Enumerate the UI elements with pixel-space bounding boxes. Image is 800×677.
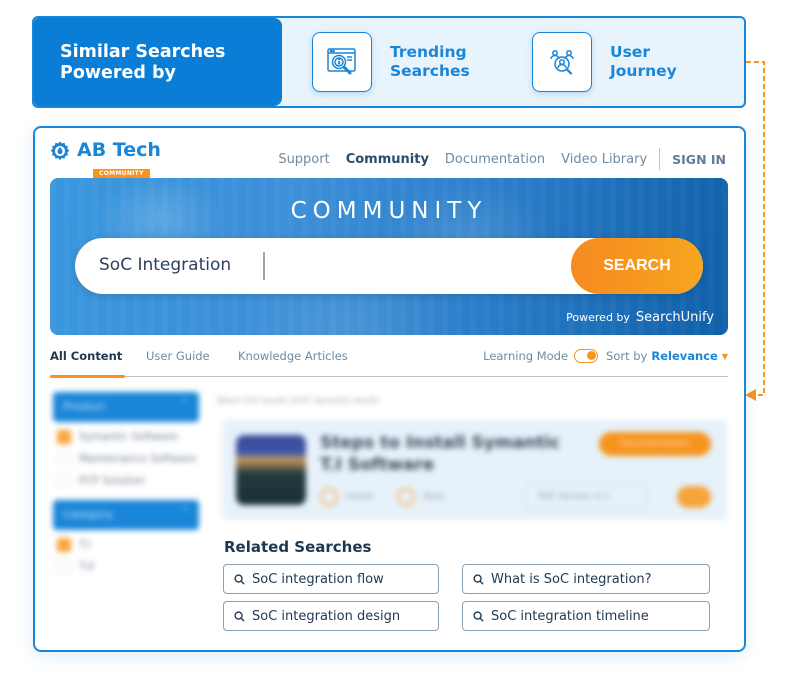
version-select[interactable]: PDF Version 4.1 <box>525 484 647 510</box>
chevron-up-icon: ⌃ <box>180 399 189 410</box>
related-search-label: SoC integration flow <box>252 571 384 587</box>
result-card[interactable]: Steps to Install Symantic T.I Software D… <box>222 420 727 520</box>
feature-banner: Similar Searches Powered by Trending Sea… <box>32 16 746 108</box>
results-count: About 120 results (0.07 seconds) results <box>217 396 379 405</box>
feature-label-line2: Journey <box>610 62 677 80</box>
tab-controls: Learning Mode Sort by Relevance ▼ <box>483 349 728 363</box>
search-icon <box>234 573 245 585</box>
result-thumbnail <box>236 435 306 505</box>
active-tab-indicator <box>50 375 125 378</box>
result-tag: Documentation <box>599 432 711 456</box>
facet-option[interactable]: Symantic Software <box>57 430 203 444</box>
related-search-chip[interactable]: SoC integration flow <box>223 564 439 594</box>
feature-label: User Journey <box>610 43 677 81</box>
banner-title-line1: Similar Searches <box>60 42 226 62</box>
gear-drop-logo-icon <box>50 141 70 161</box>
checkbox[interactable] <box>57 474 71 488</box>
facet-option[interactable]: Maintenance Software <box>57 452 203 466</box>
related-searches-title: Related Searches <box>224 538 372 556</box>
nav-links: Support Community Documentation Video Li… <box>262 148 726 170</box>
feature-user-journey: User Journey <box>532 32 677 92</box>
facet-title: Product <box>63 400 105 413</box>
related-search-label: SoC integration timeline <box>491 608 649 624</box>
facet-sidebar: Product ⌃ Symantic Software Maintenance … <box>53 392 203 632</box>
facet-option-label: PCP Solution <box>79 475 146 487</box>
banner-title: Similar Searches Powered by <box>34 18 282 106</box>
nav-support[interactable]: Support <box>278 152 329 167</box>
top-navigation: AB Tech COMMUNITY Support Community Docu… <box>35 128 744 178</box>
search-button[interactable]: SEARCH <box>571 238 703 294</box>
meta-text: Install <box>346 492 374 502</box>
search-icon <box>473 610 484 622</box>
facet-header-category[interactable]: Category ⌃ <box>53 500 199 530</box>
learning-mode-label: Learning Mode <box>483 349 569 363</box>
nav-documentation[interactable]: Documentation <box>445 152 545 167</box>
feature-trending-searches: Trending Searches <box>312 32 470 92</box>
meta-icon <box>397 488 416 506</box>
community-portal-card: AB Tech COMMUNITY Support Community Docu… <box>33 126 746 652</box>
nav-community[interactable]: Community <box>346 152 429 167</box>
hero-banner: COMMUNITY SoC Integration SEARCH Powered… <box>50 178 728 335</box>
powered-by: Powered by SearchUnify <box>566 310 714 325</box>
facet-option-label: T.II <box>79 561 94 573</box>
facet-option-label: T.I <box>79 539 91 551</box>
checkbox[interactable] <box>57 538 71 552</box>
facet-title: Category <box>63 508 114 521</box>
sort-dropdown[interactable]: Relevance <box>651 349 717 363</box>
search-bar: SoC Integration SEARCH <box>75 238 703 294</box>
nav-video-library[interactable]: Video Library <box>561 152 647 167</box>
logo-badge: COMMUNITY <box>93 169 150 178</box>
tab-all-content[interactable]: All Content <box>50 349 122 363</box>
chevron-down-icon[interactable]: ▼ <box>722 352 728 361</box>
powered-by-label: Powered by <box>566 311 630 324</box>
searchunify-brand: SearchUnify <box>635 310 714 325</box>
meta-icon <box>320 488 338 506</box>
search-icon <box>234 610 245 622</box>
facet-option[interactable]: T.I <box>57 538 203 552</box>
related-search-chip[interactable]: SoC integration design <box>223 601 439 631</box>
logo-name: AB Tech <box>77 139 161 161</box>
checkbox[interactable] <box>57 560 71 574</box>
result-meta: Install Slow <box>320 488 444 506</box>
user-group-search-icon <box>532 32 592 92</box>
browser-search-info-icon <box>312 32 372 92</box>
learning-mode-toggle[interactable] <box>574 349 599 363</box>
nav-divider <box>659 148 661 170</box>
content-tabs: All Content User Guide Knowledge Article… <box>50 345 728 378</box>
facet-option[interactable]: PCP Solution <box>57 474 203 488</box>
tab-knowledge-articles[interactable]: Knowledge Articles <box>238 349 348 363</box>
related-search-chip[interactable]: SoC integration timeline <box>462 601 710 631</box>
text-cursor <box>263 252 265 280</box>
meta-text: Slow <box>423 492 445 502</box>
facet-option-label: Symantic Software <box>79 431 178 443</box>
sign-in-link[interactable]: SIGN IN <box>672 152 726 167</box>
related-search-chip[interactable]: What is SoC integration? <box>462 564 710 594</box>
tab-user-guide[interactable]: User Guide <box>146 349 210 363</box>
related-search-label: What is SoC integration? <box>491 571 652 587</box>
facet-option-label: Maintenance Software <box>79 453 197 465</box>
banner-title-line2: Powered by <box>60 63 176 83</box>
connector-arrow-icon <box>745 61 765 401</box>
checkbox[interactable] <box>57 452 71 466</box>
feature-label: Trending Searches <box>390 43 470 81</box>
related-search-label: SoC integration design <box>252 608 401 624</box>
logo[interactable]: AB Tech COMMUNITY <box>49 140 161 179</box>
search-input[interactable]: SoC Integration <box>99 255 231 275</box>
result-title[interactable]: Steps to Install Symantic T.I Software <box>320 432 580 476</box>
feature-label-line1: User <box>610 43 650 61</box>
result-action-pill[interactable] <box>677 486 711 508</box>
feature-label-line1: Trending <box>390 43 467 61</box>
search-icon <box>473 573 484 585</box>
feature-label-line2: Searches <box>390 62 470 80</box>
chevron-up-icon: ⌃ <box>180 507 189 518</box>
hero-title: COMMUNITY <box>290 198 488 224</box>
sort-label: Sort by <box>606 349 648 363</box>
facet-option[interactable]: T.II <box>57 560 203 574</box>
facet-header-product[interactable]: Product ⌃ <box>53 392 199 422</box>
checkbox[interactable] <box>57 430 71 444</box>
